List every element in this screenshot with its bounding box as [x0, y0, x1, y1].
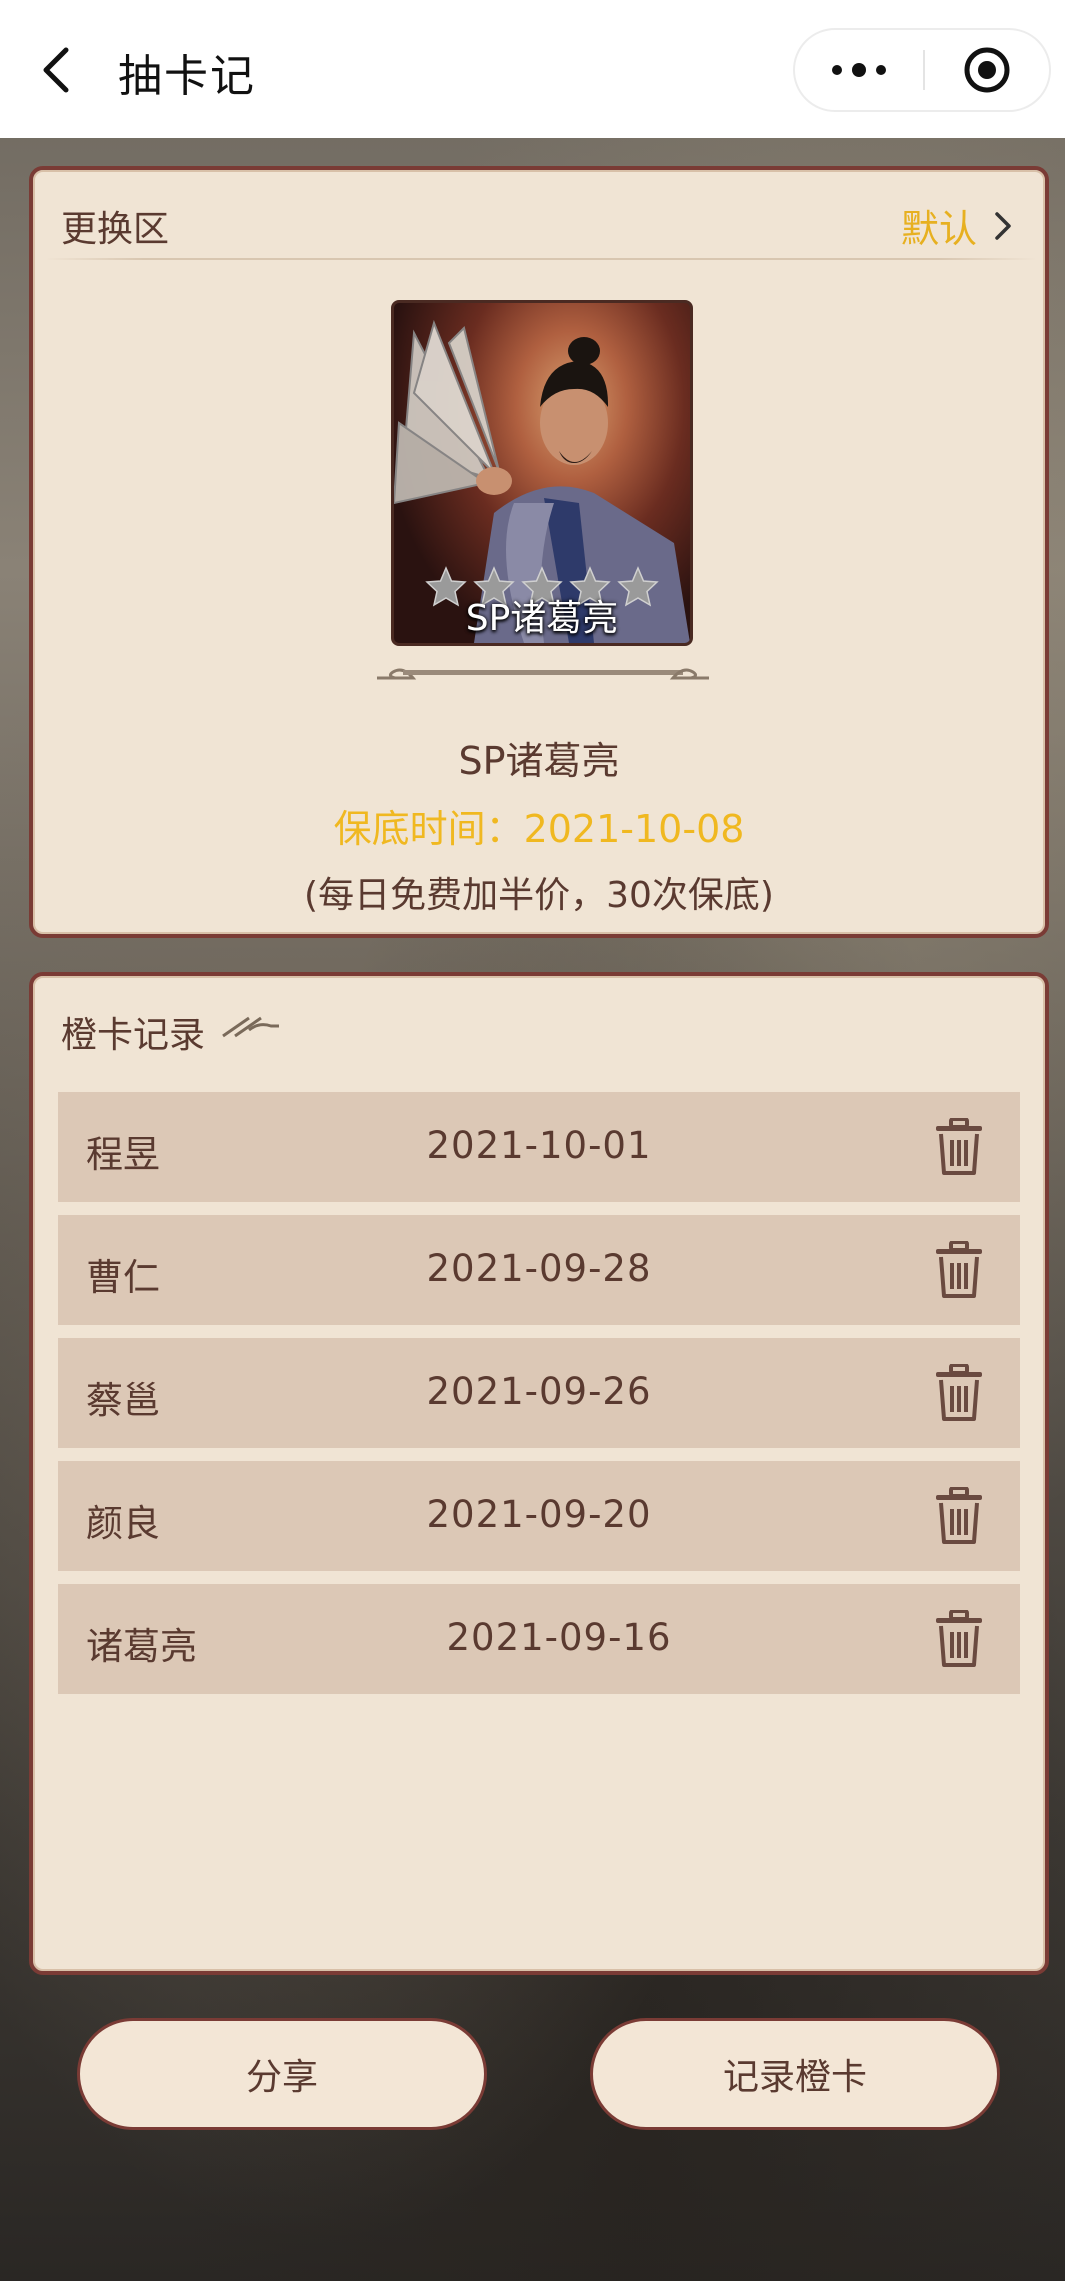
records-section-title: 橙卡记录 — [61, 1015, 206, 1056]
record-date: 2021-09-20 — [426, 1493, 652, 1536]
guarantee-note: (每日免费加半价，30次保底) — [304, 875, 774, 916]
swap-section-title: 更换区 — [61, 209, 170, 250]
record-orange-card-button[interactable]: 记录橙卡 — [590, 2018, 1000, 2130]
default-link[interactable]: 默认 — [901, 198, 1015, 253]
record-date: 2021-09-28 — [426, 1247, 652, 1290]
trash-icon[interactable] — [934, 1487, 984, 1545]
record-row: 程昱 2021-10-01 — [58, 1092, 1020, 1202]
record-date: 2021-09-26 — [426, 1370, 652, 1413]
record-date: 2021-10-01 — [426, 1124, 652, 1167]
record-date: 2021-09-16 — [446, 1616, 672, 1659]
top-nav-bar: 抽卡记 — [0, 0, 1065, 138]
card-base-ornament — [377, 668, 709, 680]
trash-icon[interactable] — [934, 1610, 984, 1668]
record-row: 诸葛亮 2021-09-16 — [58, 1584, 1020, 1694]
more-dots-icon — [827, 63, 891, 77]
chevron-right-icon — [995, 211, 1011, 240]
chevron-left-icon — [43, 47, 69, 93]
title-ornament — [222, 1016, 899, 1038]
record-row: 颜良 2021-09-20 — [58, 1461, 1020, 1571]
trash-icon[interactable] — [934, 1118, 984, 1176]
guarantee-time: 保底时间：2021-10-08 — [333, 807, 745, 851]
record-row: 蔡邕 2021-09-26 — [58, 1338, 1020, 1448]
trash-icon[interactable] — [934, 1241, 984, 1299]
hero-name: SP诸葛亮 — [458, 739, 620, 783]
default-label: 默认 — [900, 207, 977, 251]
records-list: 程昱 2021-10-01 曹仁 2021-09-28 蔡邕 2021-09-2… — [58, 1092, 1020, 1707]
more-button[interactable] — [795, 30, 923, 110]
divider — [45, 258, 1037, 260]
mini-program-capsule — [793, 28, 1051, 112]
page-title: 抽卡记 — [118, 51, 256, 102]
records-panel: 橙卡记录 程昱 2021-10-01 曹仁 2021-09-28 蔡邕 2021… — [29, 972, 1049, 1975]
card-name-label: SP诸葛亮 — [465, 598, 619, 639]
hero-card[interactable]: SP诸葛亮 — [391, 300, 693, 646]
record-row: 曹仁 2021-09-28 — [58, 1215, 1020, 1325]
target-close-icon — [964, 47, 1010, 93]
close-button[interactable] — [925, 30, 1049, 110]
trash-icon[interactable] — [934, 1364, 984, 1422]
swap-panel: 更换区 默认 SP诸葛亮 SP诸葛亮 保底时间：2021-10-08 (每日免费… — [29, 166, 1049, 938]
back-button[interactable] — [36, 42, 80, 98]
share-button[interactable]: 分享 — [77, 2018, 487, 2130]
